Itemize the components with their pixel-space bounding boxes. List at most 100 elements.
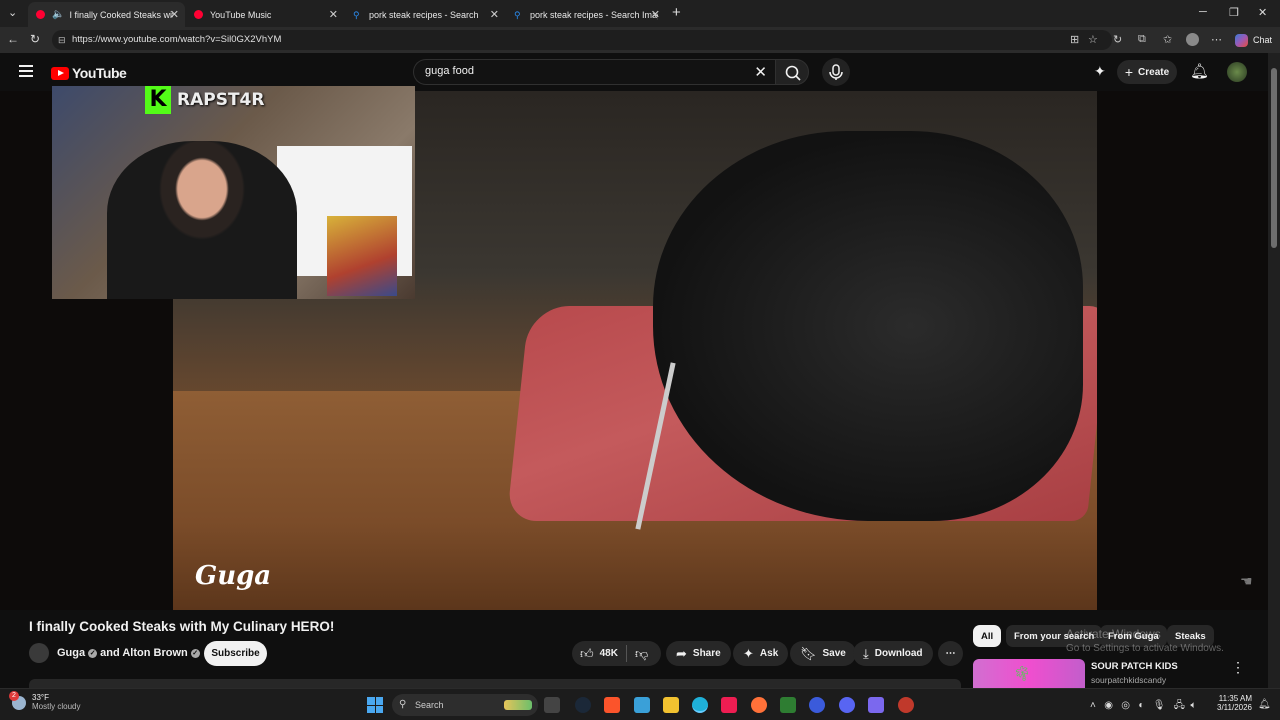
tab-label: YouTube Music xyxy=(210,9,272,20)
tab-search[interactable]: ⚲ pork steak recipes - Search ✕ xyxy=(345,2,505,27)
app-install-icon[interactable]: ⊞ xyxy=(1070,33,1079,46)
app-icon-red[interactable] xyxy=(898,697,914,713)
tiktok-icon[interactable] xyxy=(721,697,737,713)
calendar-app-icon[interactable] xyxy=(868,697,884,713)
palm-tree-icon: 🌴︎ xyxy=(1013,665,1031,681)
start-button[interactable] xyxy=(367,697,383,713)
recommended-title[interactable]: SOUR PATCH KIDS xyxy=(1091,661,1178,672)
create-label: Create xyxy=(1138,66,1170,78)
notepad-icon[interactable] xyxy=(634,697,650,713)
microphone-icon xyxy=(829,64,843,80)
collab-channel-name[interactable]: Alton Brown xyxy=(122,647,187,659)
close-window-icon[interactable]: ✕ xyxy=(1258,6,1267,19)
close-tab-icon[interactable]: ✕ xyxy=(329,8,338,21)
task-view-icon[interactable] xyxy=(544,697,560,713)
refresh-extension-icon[interactable]: ↻ xyxy=(1113,33,1122,46)
tab-list-icon[interactable]: ⌄ xyxy=(8,6,17,19)
clock[interactable]: 11:35 AM 3/11/2026 xyxy=(1212,694,1252,712)
steam-icon[interactable] xyxy=(575,697,591,713)
weather-widget[interactable]: 2 33°F Mostly cloudy xyxy=(9,691,81,711)
download-button[interactable]: ⤓ Download xyxy=(853,641,933,666)
account-avatar[interactable] xyxy=(1227,62,1247,82)
menu-icon[interactable] xyxy=(19,65,33,77)
site-info-icon[interactable]: ⊟ xyxy=(58,30,66,50)
subscribe-button[interactable]: Subscribe xyxy=(204,641,267,666)
new-tab-icon[interactable]: + xyxy=(672,4,681,21)
close-tab-icon[interactable]: ✕ xyxy=(490,8,499,21)
microphone-icon[interactable]: 🎙︎ xyxy=(1153,700,1166,711)
windows-taskbar: 2 33°F Mostly cloudy ⚲ Search ˄ ◉ ◎ ◐ 🎙︎… xyxy=(0,688,1280,720)
url-field[interactable]: ⊟ https://www.youtube.com/watch?v=Sil0GX… xyxy=(52,30,1112,50)
more-options-icon[interactable]: ⋯ xyxy=(1211,33,1222,46)
minimize-icon[interactable]: ─ xyxy=(1199,6,1207,18)
thumbs-up-icon: 👍︎ xyxy=(580,645,594,661)
dislike-button[interactable]: 👎︎ xyxy=(627,641,656,666)
file-explorer-icon[interactable] xyxy=(663,697,679,713)
activate-windows-subtitle: Go to Settings to activate Windows. xyxy=(1066,643,1224,654)
weather-desc: Mostly cloudy xyxy=(32,702,81,711)
create-button[interactable]: + Create xyxy=(1117,60,1177,84)
more-actions-button[interactable]: ⋯ xyxy=(938,641,963,666)
taskbar-search[interactable]: ⚲ Search xyxy=(392,694,538,716)
recommended-channel[interactable]: sourpatchkidscandy xyxy=(1091,675,1166,685)
page-scrollbar[interactable] xyxy=(1268,53,1280,688)
search-icon xyxy=(785,65,801,81)
video-title: I finally Cooked Steaks with My Culinary… xyxy=(29,619,335,634)
refresh-icon[interactable]: ↻ xyxy=(30,32,40,46)
tab-search-images[interactable]: ⚲ pork steak recipes - Search Images ✕ xyxy=(506,2,666,27)
clear-search-icon[interactable]: ✕ xyxy=(754,63,767,81)
scrollbar-thumb[interactable] xyxy=(1271,68,1277,248)
channel-avatar[interactable] xyxy=(29,643,49,663)
description-box[interactable] xyxy=(29,679,961,688)
channel-names[interactable]: Guga ✓ and Alton Brown ✓ xyxy=(57,647,203,659)
clock-date: 3/11/2026 xyxy=(1217,703,1252,712)
tab-youtube-music[interactable]: YouTube Music ✕ xyxy=(186,2,344,27)
chip-all[interactable]: All xyxy=(973,625,1002,647)
network-icon[interactable]: 🖧︎ xyxy=(1174,700,1185,711)
chevron-up-icon[interactable]: ˄ xyxy=(1090,700,1096,711)
back-icon[interactable]: ← xyxy=(7,32,19,46)
download-label: Download xyxy=(874,648,923,659)
edge-icon[interactable] xyxy=(692,697,708,713)
ask-button[interactable]: ✦ Ask xyxy=(733,641,789,666)
copilot-chat-button[interactable]: Chat xyxy=(1234,31,1272,49)
system-tray[interactable]: ˄ ◉ ◎ ◐ 🎙︎ 🖧︎ 🔈︎ xyxy=(1090,698,1197,715)
channel-name[interactable]: Guga xyxy=(57,647,85,659)
discord-icon[interactable] xyxy=(839,697,855,713)
brave-icon[interactable] xyxy=(604,697,620,713)
taskbar-search-label: Search xyxy=(415,700,444,710)
tab-youtube-video[interactable]: 🔈 I finally Cooked Steaks with M ✕ xyxy=(28,2,185,27)
like-button[interactable]: 👍︎ 48K xyxy=(572,641,626,666)
extensions-icon[interactable]: ⧉ xyxy=(1138,33,1146,46)
browser-tab-strip: ⌄ 🔈 I finally Cooked Steaks with M ✕ You… xyxy=(0,0,1280,27)
youtube-logo[interactable]: YouTube xyxy=(51,65,127,81)
tray-app-icon[interactable]: ◉ xyxy=(1104,700,1113,711)
close-tab-icon[interactable]: ✕ xyxy=(170,8,179,21)
volume-icon[interactable]: 🔈︎ xyxy=(1191,700,1197,711)
voice-search-button[interactable] xyxy=(822,58,850,86)
firefox-icon[interactable] xyxy=(751,697,767,713)
search-button[interactable] xyxy=(775,59,809,85)
recommended-menu-icon[interactable]: ⋮ xyxy=(1231,659,1245,676)
tray-app-icon[interactable]: ◎ xyxy=(1121,700,1130,711)
notification-center-icon[interactable]: 🔔︎ xyxy=(1258,699,1271,710)
recommended-thumbnail[interactable]: 🌴︎ xyxy=(973,659,1085,688)
app-icon[interactable] xyxy=(809,697,825,713)
close-tab-icon[interactable]: ✕ xyxy=(651,8,660,21)
restore-icon[interactable]: ❐ xyxy=(1229,6,1239,19)
tab-label: I finally Cooked Steaks with M xyxy=(69,9,173,20)
nvidia-icon[interactable] xyxy=(780,697,796,713)
tray-app-icon[interactable]: ◐ xyxy=(1138,700,1144,711)
like-count: 48K xyxy=(599,648,618,659)
share-button[interactable]: ➦ Share xyxy=(666,641,731,666)
search-input[interactable] xyxy=(425,65,725,77)
tab-label: pork steak recipes - Search Images xyxy=(530,9,658,20)
favorites-icon[interactable]: ✩ xyxy=(1163,33,1172,46)
notifications-bell-icon[interactable]: 🔔︎ xyxy=(1190,62,1209,80)
save-button[interactable]: 🔖︎ Save xyxy=(790,641,856,666)
activate-windows-title: Activate Windows xyxy=(1066,627,1161,641)
address-bar-row: ← ↻ ⊟ https://www.youtube.com/watch?v=Si… xyxy=(0,27,1280,53)
favorite-star-icon[interactable]: ☆ xyxy=(1088,33,1098,46)
profile-avatar-icon[interactable] xyxy=(1186,33,1199,46)
ai-sparkle-icon[interactable]: ✦ xyxy=(1094,63,1106,80)
